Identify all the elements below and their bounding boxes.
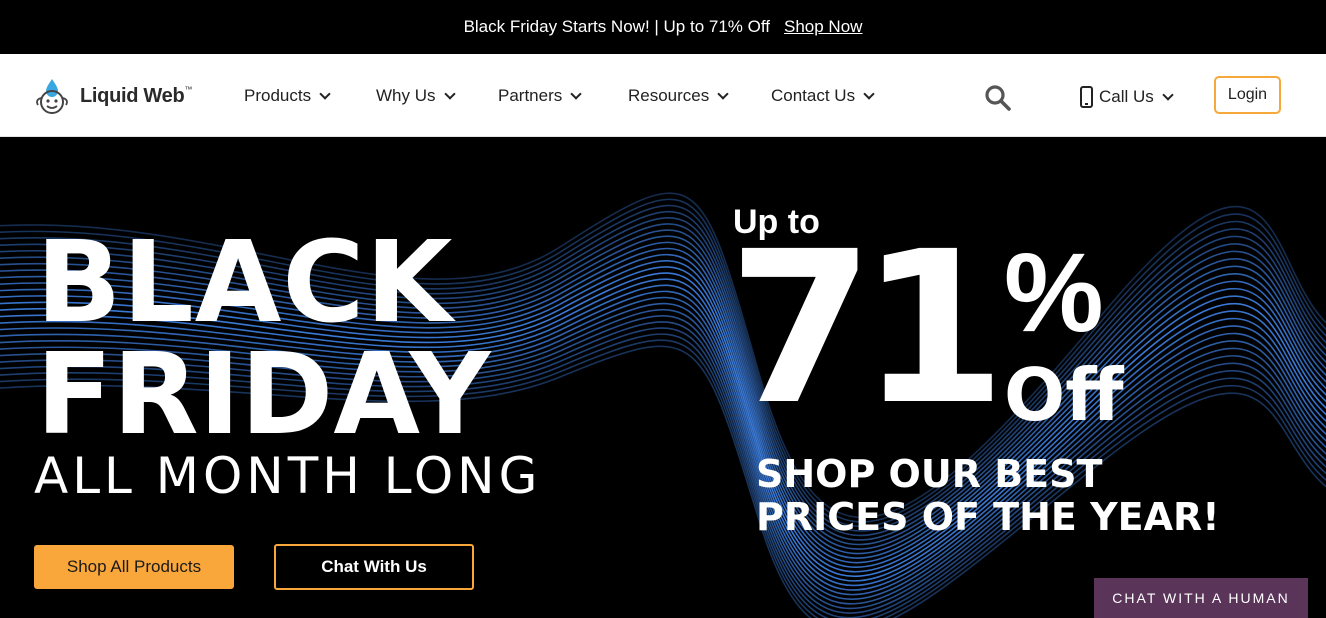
nav-label: Products (244, 86, 312, 105)
nav-label: Contact Us (771, 86, 856, 105)
nav-label: Why Us (376, 86, 436, 105)
hero-discount-number: 71 (728, 206, 1006, 451)
search-icon[interactable] (984, 84, 1012, 112)
promo-bar: Black Friday Starts Now! | Up to 71% Off… (0, 0, 1326, 54)
liquid-web-logo-icon (36, 79, 68, 114)
hero-title-friday: FRIDAY (36, 330, 491, 460)
hero-off: Off (1004, 353, 1124, 437)
call-us-label: Call Us (1099, 87, 1154, 106)
chat-with-human-widget[interactable]: CHAT WITH A HUMAN (1094, 578, 1308, 618)
nav-products[interactable]: Products (244, 86, 331, 106)
hero-banner: BLACK FRIDAY ALL MONTH LONG Up to 71 % O… (0, 137, 1326, 618)
logo-text: Liquid Web™ (80, 84, 193, 107)
nav-contact-us[interactable]: Contact Us (771, 86, 875, 106)
promo-text: Black Friday Starts Now! | Up to 71% Off (463, 17, 770, 36)
chevron-down-icon (717, 88, 729, 100)
phone-icon (1080, 86, 1093, 108)
hero-title-black: BLACK (36, 218, 454, 348)
nav-why-us[interactable]: Why Us (376, 86, 456, 106)
chevron-down-icon (570, 88, 582, 100)
nav-resources[interactable]: Resources (628, 86, 729, 106)
nav-label: Resources (628, 86, 710, 105)
chevron-down-icon (319, 88, 331, 100)
nav-label: Partners (498, 86, 563, 105)
chevron-down-icon (1162, 89, 1174, 101)
chat-with-us-button[interactable]: Chat With Us (274, 544, 474, 590)
chevron-down-icon (443, 88, 456, 100)
shop-now-link[interactable]: Shop Now (784, 17, 862, 37)
tagline-line-2: PRICES OF THE YEAR! (756, 495, 1220, 539)
hero-tagline: SHOP OUR BEST PRICES OF THE YEAR! (756, 453, 1220, 539)
hero-subtitle: ALL MONTH LONG (34, 447, 542, 505)
logo[interactable]: Liquid Web™ (32, 76, 192, 116)
tagline-line-1: SHOP OUR BEST (756, 452, 1103, 496)
chevron-down-icon (863, 88, 875, 100)
shop-all-products-button[interactable]: Shop All Products (34, 545, 234, 589)
login-button[interactable]: Login (1214, 76, 1281, 114)
nav-partners[interactable]: Partners (498, 86, 582, 106)
hero-percent: % (1004, 230, 1104, 355)
call-us-menu[interactable]: Call Us (1080, 86, 1174, 108)
site-header: Liquid Web™ Products Why Us Partners Res… (0, 54, 1326, 137)
